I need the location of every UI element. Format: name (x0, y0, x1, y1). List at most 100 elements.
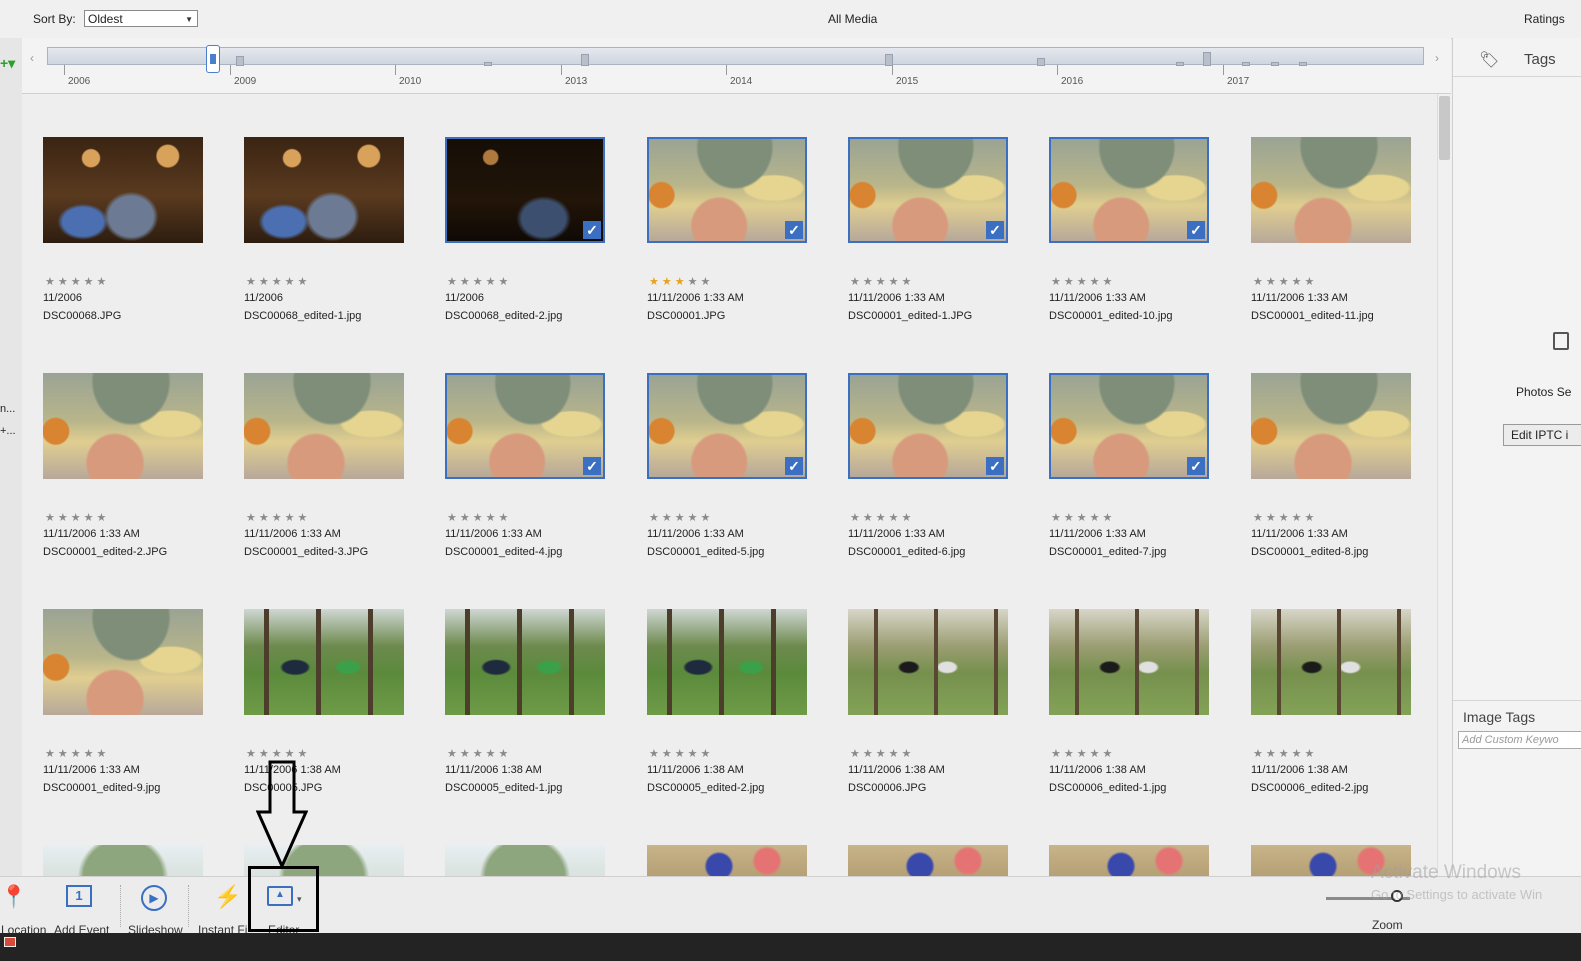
star-icon[interactable]: ★ (902, 748, 915, 760)
star-icon[interactable]: ★ (45, 748, 58, 760)
star-icon[interactable]: ★ (675, 748, 688, 760)
photo-thumbnail[interactable]: ✓ (445, 137, 605, 243)
star-icon[interactable]: ★ (460, 748, 473, 760)
star-icon[interactable]: ★ (272, 276, 285, 288)
star-rating[interactable]: ★★★★★ (1253, 747, 1317, 760)
instant-fix-button[interactable]: ⚡ Instant Fi (196, 877, 252, 938)
star-icon[interactable]: ★ (688, 748, 701, 760)
star-icon[interactable]: ★ (688, 276, 701, 288)
photo-thumbnail[interactable] (1251, 137, 1411, 243)
star-icon[interactable]: ★ (1305, 276, 1318, 288)
star-icon[interactable]: ★ (246, 276, 259, 288)
photo-thumbnail[interactable] (647, 845, 807, 876)
star-icon[interactable]: ★ (1090, 748, 1103, 760)
star-icon[interactable]: ★ (889, 276, 902, 288)
star-icon[interactable]: ★ (1103, 512, 1116, 524)
star-icon[interactable]: ★ (1292, 748, 1305, 760)
star-icon[interactable]: ★ (285, 748, 298, 760)
star-icon[interactable]: ★ (1292, 276, 1305, 288)
star-icon[interactable]: ★ (71, 512, 84, 524)
star-icon[interactable]: ★ (889, 512, 902, 524)
star-icon[interactable]: ★ (1305, 748, 1318, 760)
star-rating[interactable]: ★★★★★ (649, 275, 713, 288)
photo-thumbnail[interactable] (445, 845, 605, 876)
photo-thumbnail[interactable] (244, 373, 404, 479)
star-icon[interactable]: ★ (460, 512, 473, 524)
photo-thumbnail[interactable] (848, 845, 1008, 876)
photo-thumbnail[interactable] (1049, 845, 1209, 876)
star-icon[interactable]: ★ (1051, 748, 1064, 760)
star-icon[interactable]: ★ (1077, 276, 1090, 288)
slideshow-button[interactable]: ▶ Slideshow (126, 877, 184, 937)
star-rating[interactable]: ★★★★★ (45, 275, 109, 288)
star-rating[interactable]: ★★★★★ (246, 747, 310, 760)
star-icon[interactable]: ★ (876, 276, 889, 288)
star-rating[interactable]: ★★★★★ (246, 275, 310, 288)
sort-by-select[interactable]: Oldest ▼ (84, 10, 198, 27)
star-icon[interactable]: ★ (863, 276, 876, 288)
star-icon[interactable]: ★ (259, 512, 272, 524)
star-icon[interactable]: ★ (662, 512, 675, 524)
star-icon[interactable]: ★ (45, 276, 58, 288)
star-icon[interactable]: ★ (473, 276, 486, 288)
timeline-bar[interactable] (484, 62, 492, 66)
app-taskbar-icon[interactable] (4, 937, 16, 947)
star-icon[interactable]: ★ (850, 276, 863, 288)
photo-thumbnail[interactable] (848, 609, 1008, 715)
photo-thumbnail[interactable] (445, 609, 605, 715)
star-icon[interactable]: ★ (1064, 276, 1077, 288)
star-icon[interactable]: ★ (701, 276, 714, 288)
checkmark-icon[interactable]: ✓ (785, 457, 803, 475)
photo-thumbnail[interactable]: ✓ (647, 137, 807, 243)
edit-iptc-button[interactable]: Edit IPTC i (1503, 424, 1581, 446)
star-icon[interactable]: ★ (486, 512, 499, 524)
star-rating[interactable]: ★★★★★ (850, 511, 914, 524)
photo-thumbnail[interactable]: ✓ (647, 373, 807, 479)
star-icon[interactable]: ★ (1051, 276, 1064, 288)
star-icon[interactable]: ★ (1103, 748, 1116, 760)
star-icon[interactable]: ★ (486, 748, 499, 760)
star-icon[interactable]: ★ (1266, 276, 1279, 288)
star-icon[interactable]: ★ (1253, 276, 1266, 288)
star-icon[interactable]: ★ (71, 748, 84, 760)
timeline-slider-handle[interactable] (206, 45, 220, 73)
location-button[interactable]: 📍 Location (0, 877, 50, 938)
timeline-bar[interactable] (1176, 62, 1184, 66)
star-icon[interactable]: ★ (84, 512, 97, 524)
star-icon[interactable]: ★ (84, 748, 97, 760)
star-icon[interactable]: ★ (1090, 512, 1103, 524)
star-icon[interactable]: ★ (447, 748, 460, 760)
star-icon[interactable]: ★ (473, 748, 486, 760)
photo-thumbnail[interactable] (1049, 609, 1209, 715)
star-icon[interactable]: ★ (1064, 748, 1077, 760)
photo-thumbnail[interactable]: ✓ (1049, 137, 1209, 243)
photo-thumbnail[interactable] (244, 609, 404, 715)
star-icon[interactable]: ★ (259, 276, 272, 288)
star-icon[interactable]: ★ (97, 748, 110, 760)
photo-thumbnail[interactable]: ✓ (445, 373, 605, 479)
star-rating[interactable]: ★★★★★ (447, 747, 511, 760)
photo-thumbnail[interactable] (647, 609, 807, 715)
timeline-bar[interactable] (1271, 62, 1279, 66)
star-rating[interactable]: ★★★★★ (1051, 747, 1115, 760)
star-icon[interactable]: ★ (876, 748, 889, 760)
star-icon[interactable]: ★ (1305, 512, 1318, 524)
star-icon[interactable]: ★ (460, 276, 473, 288)
star-icon[interactable]: ★ (675, 512, 688, 524)
timeline-bar[interactable] (1203, 52, 1211, 66)
star-icon[interactable]: ★ (902, 276, 915, 288)
star-icon[interactable]: ★ (298, 512, 311, 524)
photo-thumbnail[interactable] (43, 609, 203, 715)
star-icon[interactable]: ★ (863, 512, 876, 524)
star-icon[interactable]: ★ (298, 748, 311, 760)
star-icon[interactable]: ★ (298, 276, 311, 288)
star-icon[interactable]: ★ (850, 512, 863, 524)
ratings-filter-label[interactable]: Ratings (1524, 12, 1565, 26)
star-icon[interactable]: ★ (1266, 512, 1279, 524)
star-rating[interactable]: ★★★★★ (649, 747, 713, 760)
star-icon[interactable]: ★ (473, 512, 486, 524)
star-icon[interactable]: ★ (1253, 748, 1266, 760)
star-icon[interactable]: ★ (662, 748, 675, 760)
star-icon[interactable]: ★ (1090, 276, 1103, 288)
star-icon[interactable]: ★ (1253, 512, 1266, 524)
